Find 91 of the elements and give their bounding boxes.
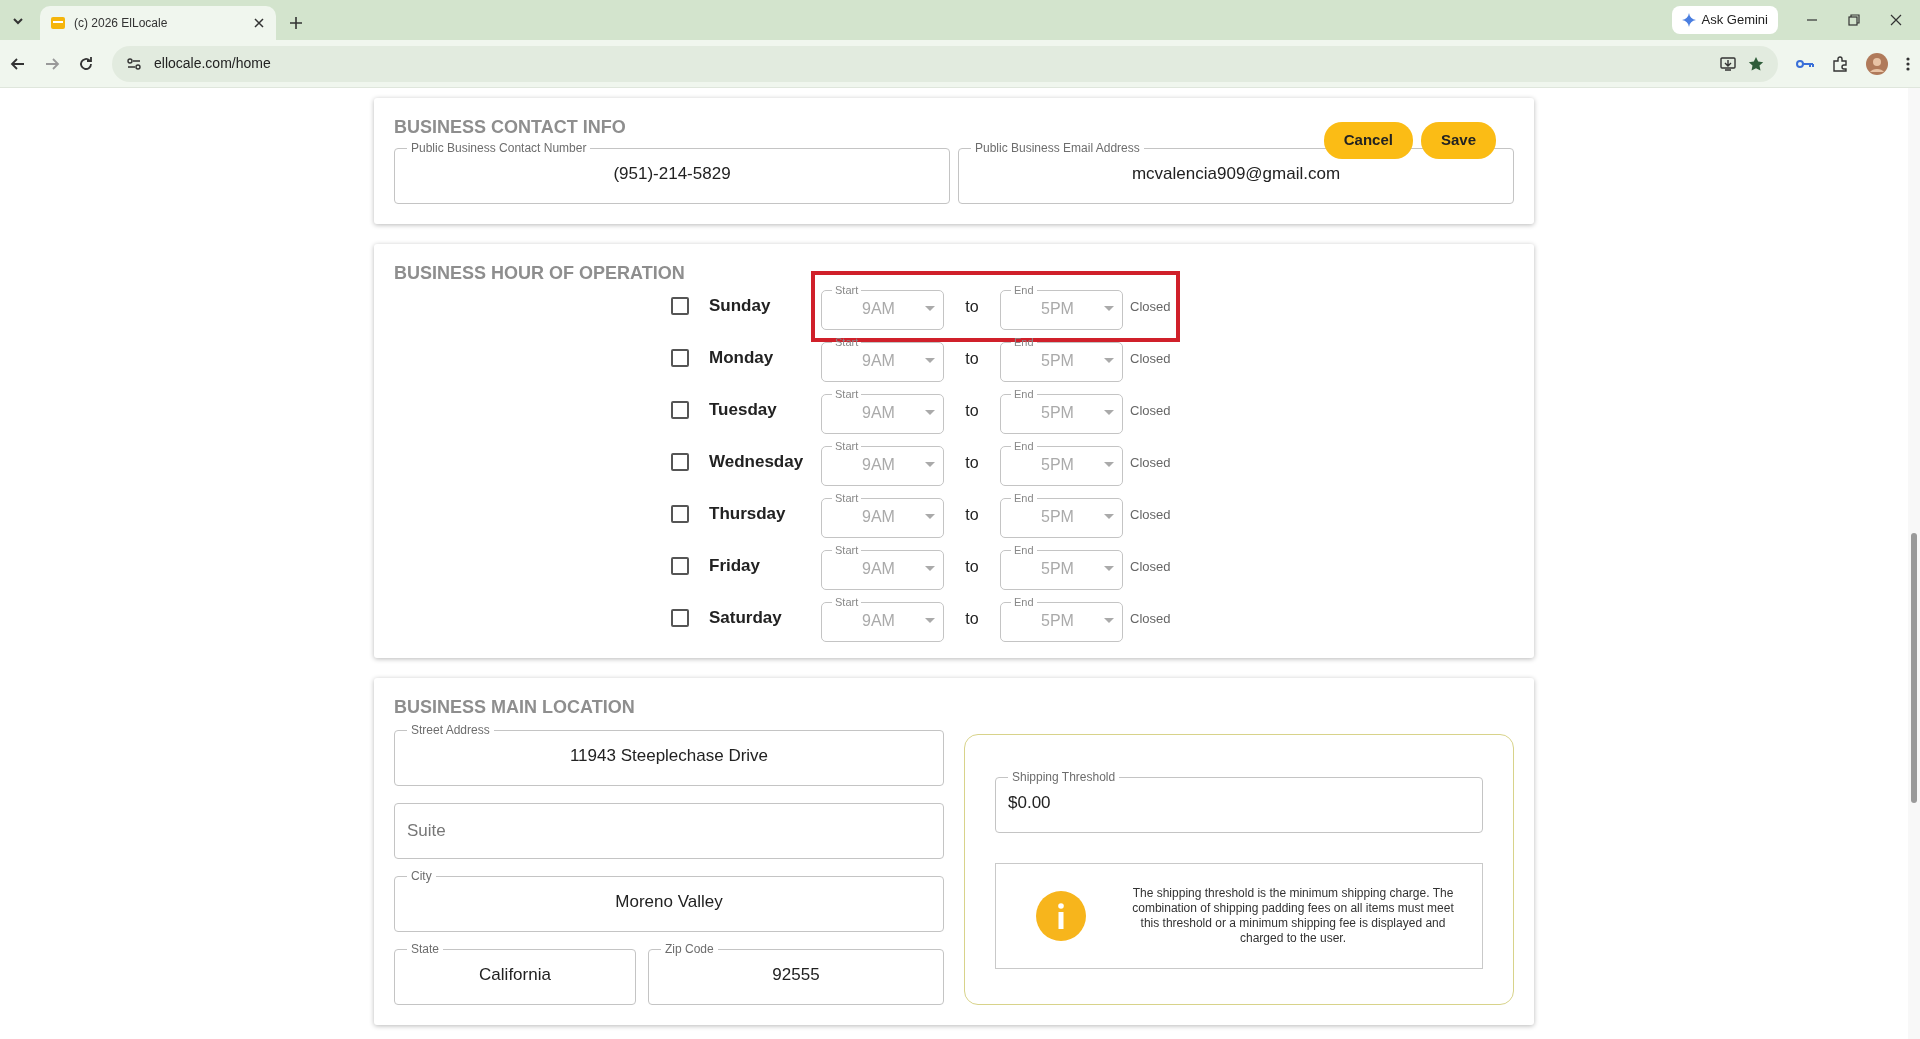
- avatar-icon[interactable]: [1866, 52, 1888, 75]
- status-label: Closed: [1130, 506, 1171, 525]
- status-label: Closed: [1130, 610, 1171, 629]
- caret-icon: [1104, 358, 1114, 364]
- info-icon: [1036, 891, 1086, 941]
- field-label: State: [410, 943, 441, 955]
- field-label: Start: [834, 492, 860, 504]
- status-label: Closed: [1130, 350, 1171, 369]
- input-field[interactable]: State California: [394, 943, 636, 1005]
- field-label: Shipping Threshold: [1011, 771, 1117, 783]
- day-label: Tuesday: [709, 399, 778, 422]
- site-settings-icon[interactable]: [126, 55, 142, 72]
- star-icon[interactable]: [1748, 55, 1764, 72]
- caret-icon: [1104, 410, 1114, 416]
- caret-icon: [1104, 462, 1114, 468]
- caret-icon: [925, 306, 935, 312]
- ask-gemini-button[interactable]: Ask Gemini: [1671, 6, 1778, 34]
- separator-label: to: [964, 297, 980, 317]
- separator-label: to: [964, 453, 980, 473]
- cancel-button[interactable]: Cancel: [1323, 122, 1413, 159]
- input-field[interactable]: Street Address 11943 Steeplechase Drive: [394, 724, 944, 786]
- field-label: End: [1013, 388, 1035, 400]
- field-label: Start: [834, 336, 860, 348]
- separator-label: to: [964, 505, 980, 525]
- restore-icon[interactable]: [1848, 14, 1860, 26]
- back-icon[interactable]: [10, 55, 26, 72]
- field-label: Public Business Contact Number: [410, 142, 588, 154]
- input-field[interactable]: City Moreno Valley: [394, 870, 944, 932]
- caret-icon: [925, 566, 935, 572]
- caret-icon: [925, 410, 935, 416]
- caret-icon: [1104, 618, 1114, 624]
- separator-label: to: [964, 349, 980, 369]
- save-button[interactable]: Save: [1420, 122, 1496, 159]
- new-tab-icon[interactable]: [288, 15, 304, 31]
- forward-icon[interactable]: [44, 55, 60, 72]
- field-label: End: [1013, 284, 1035, 296]
- info-text: The shipping threshold is the minimum shipping charge. The combination of shipping padding fees on all items must meet this threshold or a minimum shipping fee is displayed and charged to the user.: [1131, 886, 1455, 946]
- section-title: BUSINESS HOUR OF OPERATION: [394, 262, 686, 284]
- favicon-icon: [50, 15, 66, 31]
- field-label: Start: [834, 596, 860, 608]
- caret-icon: [1104, 514, 1114, 520]
- field-label: Public Business Email Address: [974, 142, 1141, 154]
- field-label: End: [1013, 544, 1035, 556]
- caret-icon: [925, 618, 935, 624]
- caret-icon: [925, 462, 935, 468]
- separator-label: to: [964, 557, 980, 577]
- field-label: City: [410, 870, 433, 882]
- status-label: Closed: [1130, 558, 1171, 577]
- caret-icon: [925, 514, 935, 520]
- field-label: Start: [834, 284, 860, 296]
- section-title: BUSINESS MAIN LOCATION: [394, 696, 636, 718]
- browser-tab[interactable]: (c) 2026 ElLocale: [40, 6, 276, 40]
- status-label: Closed: [1130, 298, 1171, 317]
- caret-icon: [925, 358, 935, 364]
- separator-label: to: [964, 401, 980, 421]
- key-icon[interactable]: [1796, 57, 1814, 70]
- field-label: End: [1013, 492, 1035, 504]
- field-label: End: [1013, 440, 1035, 452]
- field-label: Start: [834, 544, 860, 556]
- sparkle-icon: [1681, 13, 1696, 27]
- more-menu-icon[interactable]: [1906, 55, 1910, 72]
- input-field[interactable]: Suite: [394, 803, 944, 859]
- caret-icon: [1104, 306, 1114, 312]
- field-label: End: [1013, 336, 1035, 348]
- puzzle-icon[interactable]: [1832, 55, 1848, 72]
- day-label: Saturday: [709, 607, 783, 630]
- day-label: Thursday: [709, 503, 787, 526]
- install-icon[interactable]: [1720, 55, 1736, 72]
- section-title: BUSINESS CONTACT INFO: [394, 116, 627, 138]
- field-label: End: [1013, 596, 1035, 608]
- field-label: Start: [834, 440, 860, 452]
- input-field[interactable]: Shipping Threshold $0.00: [995, 771, 1483, 833]
- field-label: Street Address: [410, 724, 491, 736]
- day-label: Wednesday: [709, 451, 805, 474]
- reload-icon[interactable]: [78, 55, 94, 72]
- day-label: Monday: [709, 347, 775, 370]
- scrollbar-thumb[interactable]: [1911, 533, 1917, 803]
- close-icon[interactable]: [1890, 14, 1902, 26]
- day-label: Sunday: [709, 295, 772, 318]
- status-label: Closed: [1130, 402, 1171, 421]
- field-label: Zip Code: [664, 943, 715, 955]
- scrollbar[interactable]: [1908, 88, 1920, 1039]
- status-label: Closed: [1130, 454, 1171, 473]
- caret-icon: [1104, 566, 1114, 572]
- day-label: Friday: [709, 555, 762, 578]
- address-bar[interactable]: ellocale.com/home: [112, 45, 1778, 82]
- input-field[interactable]: Public Business Contact Number (951)-214-5829: [394, 142, 950, 204]
- separator-label: to: [964, 609, 980, 629]
- field-label: Start: [834, 388, 860, 400]
- close-icon[interactable]: [252, 16, 266, 30]
- input-field[interactable]: Zip Code 92555: [648, 943, 944, 1005]
